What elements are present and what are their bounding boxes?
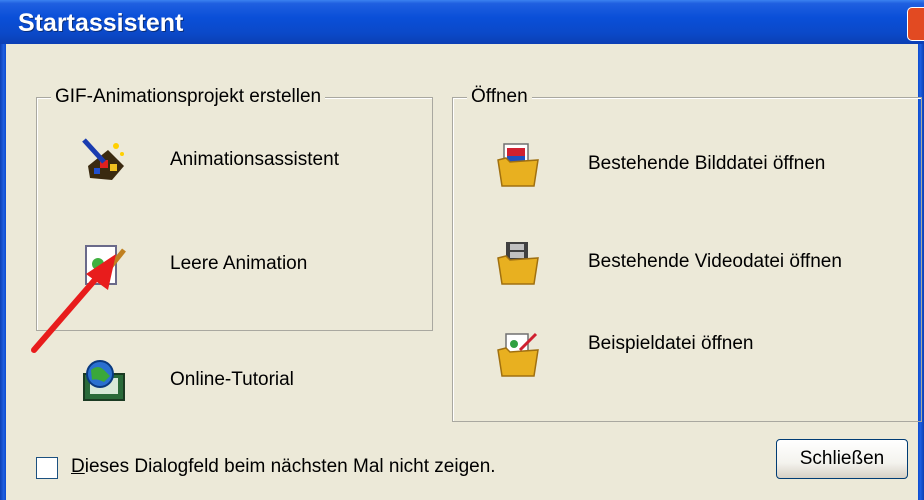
online-tutorial-label: Online-Tutorial: [170, 369, 294, 390]
title-bar[interactable]: Startassistent: [0, 0, 924, 44]
do-not-show-checkbox[interactable]: [36, 457, 58, 479]
create-project-legend: GIF-Animationsprojekt erstellen: [51, 86, 326, 108]
window-title: Startassistent: [18, 9, 184, 37]
open-video-folder-icon: [494, 238, 546, 286]
animation-wizard-label: Animationsassistent: [170, 149, 339, 170]
window-frame-left: [0, 44, 6, 500]
annotation-arrow-icon: [31, 254, 116, 353]
open-sample-folder-icon: [494, 330, 546, 378]
open-sample-file-label: Beispieldatei öffnen: [588, 333, 754, 354]
animation-wizard-item[interactable]: Animationsassistent: [78, 136, 339, 184]
open-sample-file-item[interactable]: Beispieldatei öffnen: [494, 330, 754, 378]
do-not-show-label[interactable]: Dieses Dialogfeld beim nächsten Mal nich…: [71, 456, 496, 478]
online-tutorial-item[interactable]: Online-Tutorial: [78, 356, 294, 404]
open-legend: Öffnen: [467, 86, 532, 108]
close-button[interactable]: Schließen: [776, 439, 908, 479]
empty-animation-label: Leere Animation: [170, 253, 308, 274]
start-wizard-dialog: Startassistent GIF-Animationsprojekt ers…: [0, 0, 924, 500]
globe-computer-icon: [78, 356, 130, 404]
open-image-file-label: Bestehende Bilddatei öffnen: [588, 153, 826, 174]
open-image-folder-icon: [494, 140, 546, 188]
open-video-file-item[interactable]: Bestehende Videodatei öffnen: [494, 238, 842, 286]
close-window-icon[interactable]: [907, 7, 924, 41]
open-image-file-item[interactable]: Bestehende Bilddatei öffnen: [494, 140, 825, 188]
wizard-icon: [78, 136, 130, 184]
open-video-file-label: Bestehende Videodatei öffnen: [588, 251, 842, 272]
